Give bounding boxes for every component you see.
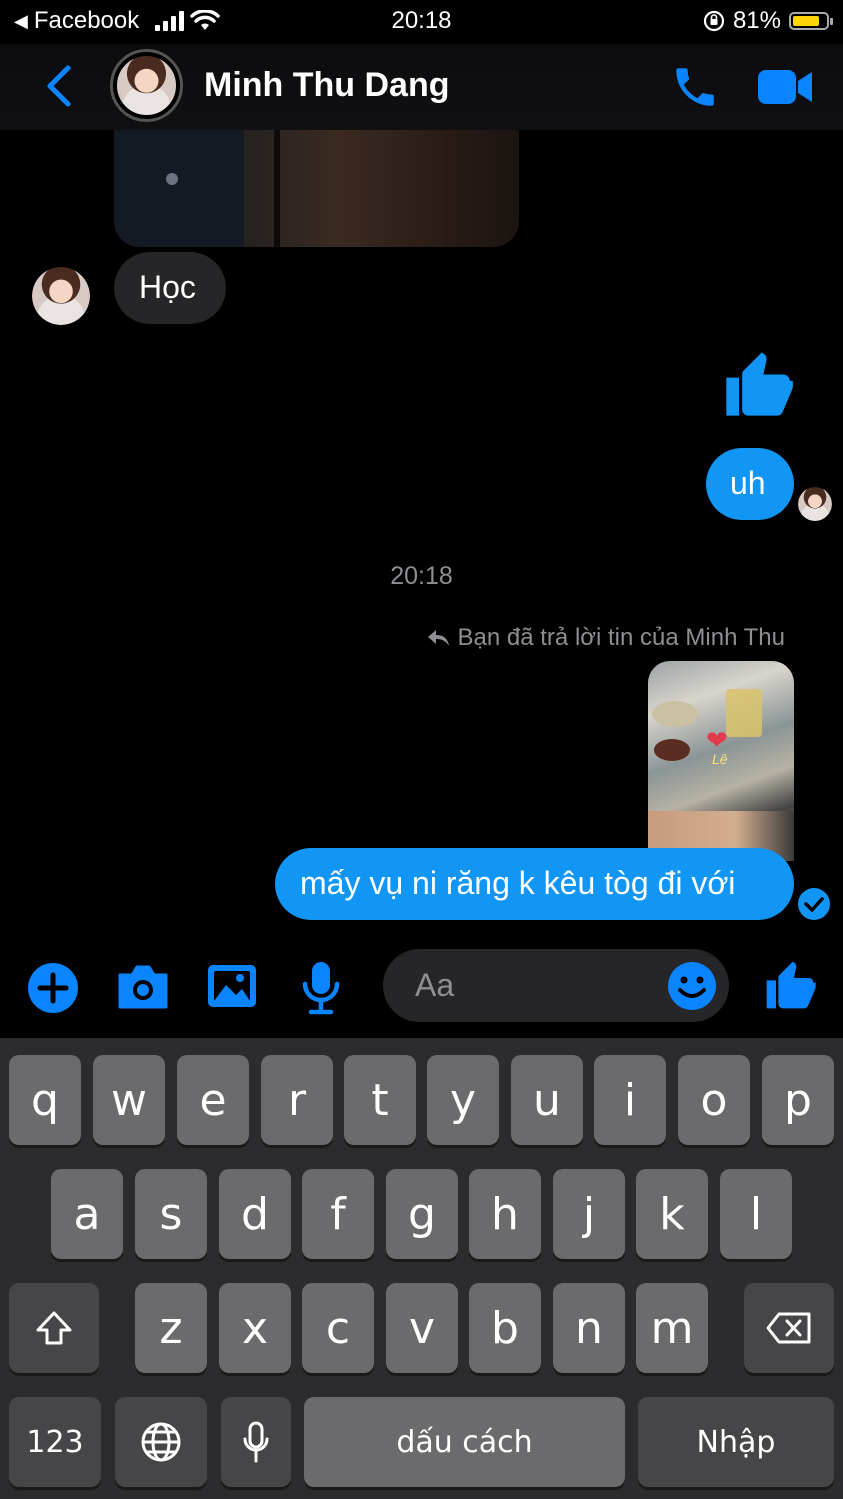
- key-h[interactable]: h: [469, 1169, 541, 1259]
- shift-arrow-icon: [36, 1311, 72, 1345]
- key-u[interactable]: u: [511, 1055, 583, 1145]
- seen-avatar: [798, 487, 832, 521]
- battery-percent: 81%: [732, 7, 781, 34]
- photo-gallery-icon[interactable]: [206, 963, 258, 1009]
- key-l[interactable]: l: [720, 1169, 792, 1259]
- delivered-check-icon: [798, 888, 830, 920]
- key-z[interactable]: z: [135, 1283, 207, 1373]
- reply-indicator-text: Bạn đã trả lời tin của Minh Thu: [457, 624, 785, 651]
- key-o[interactable]: o: [678, 1055, 750, 1145]
- sender-avatar[interactable]: [32, 267, 90, 325]
- thumbs-up-send-icon[interactable]: [762, 957, 818, 1013]
- phone-call-icon[interactable]: [670, 62, 720, 112]
- key-g[interactable]: g: [386, 1169, 458, 1259]
- key-e[interactable]: e: [177, 1055, 249, 1145]
- message-input[interactable]: Aa: [383, 949, 729, 1022]
- back-chevron-icon[interactable]: [44, 64, 74, 108]
- message-timestamp: 20:18: [390, 562, 453, 590]
- replied-photo-preview[interactable]: ❤ Lê: [648, 661, 794, 861]
- contact-name[interactable]: Minh Thu Dang: [204, 66, 450, 105]
- reply-arrow-icon: [427, 630, 449, 646]
- key-r[interactable]: r: [261, 1055, 333, 1145]
- key-b[interactable]: b: [469, 1283, 541, 1373]
- shift-key[interactable]: [9, 1283, 99, 1373]
- dictation-key[interactable]: [221, 1397, 291, 1487]
- emoji-icon[interactable]: [667, 961, 717, 1011]
- return-key[interactable]: Nhập: [638, 1397, 834, 1487]
- key-v[interactable]: v: [386, 1283, 458, 1373]
- incoming-photo-message[interactable]: [114, 130, 519, 247]
- key-a[interactable]: a: [51, 1169, 123, 1259]
- incoming-message-text: Học: [139, 269, 196, 305]
- key-d[interactable]: d: [219, 1169, 291, 1259]
- message-composer: Aa: [0, 945, 843, 1037]
- outgoing-message-text: uh: [730, 465, 766, 501]
- sticker-caption: Lê: [712, 751, 728, 767]
- key-p[interactable]: p: [762, 1055, 834, 1145]
- battery-icon: [789, 12, 833, 30]
- key-y[interactable]: y: [427, 1055, 499, 1145]
- numbers-key[interactable]: 123: [9, 1397, 101, 1487]
- contact-avatar[interactable]: [110, 49, 183, 122]
- key-w[interactable]: w: [93, 1055, 165, 1145]
- status-bar: ◀ Facebook 20:18 81%: [0, 0, 843, 44]
- outgoing-reply-text: mấy vụ ni răng k kêu tòg đi với: [300, 865, 736, 901]
- key-k[interactable]: k: [636, 1169, 708, 1259]
- key-t[interactable]: t: [344, 1055, 416, 1145]
- orientation-lock-icon: [703, 10, 725, 32]
- globe-icon: [141, 1422, 181, 1462]
- incoming-message[interactable]: Học: [114, 252, 226, 324]
- outgoing-reply-message[interactable]: mấy vụ ni răng k kêu tòg đi với: [275, 848, 794, 920]
- space-key[interactable]: dấu cách: [304, 1397, 625, 1487]
- backspace-key[interactable]: [744, 1283, 834, 1373]
- key-x[interactable]: x: [219, 1283, 291, 1373]
- add-plus-icon[interactable]: [28, 963, 78, 1013]
- key-i[interactable]: i: [594, 1055, 666, 1145]
- conversation-header: Minh Thu Dang: [0, 44, 843, 130]
- message-input-placeholder: Aa: [415, 967, 455, 1003]
- key-n[interactable]: n: [553, 1283, 625, 1373]
- outgoing-message[interactable]: uh: [706, 448, 794, 520]
- video-call-icon[interactable]: [756, 66, 814, 108]
- key-j[interactable]: j: [553, 1169, 625, 1259]
- key-f[interactable]: f: [302, 1169, 374, 1259]
- dictation-mic-icon: [243, 1421, 269, 1463]
- on-screen-keyboard: q w e r t y u i o p a s d f g h j k l z …: [0, 1038, 843, 1499]
- camera-icon[interactable]: [116, 963, 170, 1011]
- microphone-icon[interactable]: [300, 960, 342, 1016]
- key-c[interactable]: c: [302, 1283, 374, 1373]
- globe-key[interactable]: [115, 1397, 207, 1487]
- reply-indicator: Bạn đã trả lời tin của Minh Thu: [426, 624, 785, 652]
- key-q[interactable]: q: [9, 1055, 81, 1145]
- thumbs-up-sticker-icon[interactable]: [720, 346, 796, 422]
- key-m[interactable]: m: [636, 1283, 708, 1373]
- backspace-icon: [766, 1312, 811, 1344]
- key-s[interactable]: s: [135, 1169, 207, 1259]
